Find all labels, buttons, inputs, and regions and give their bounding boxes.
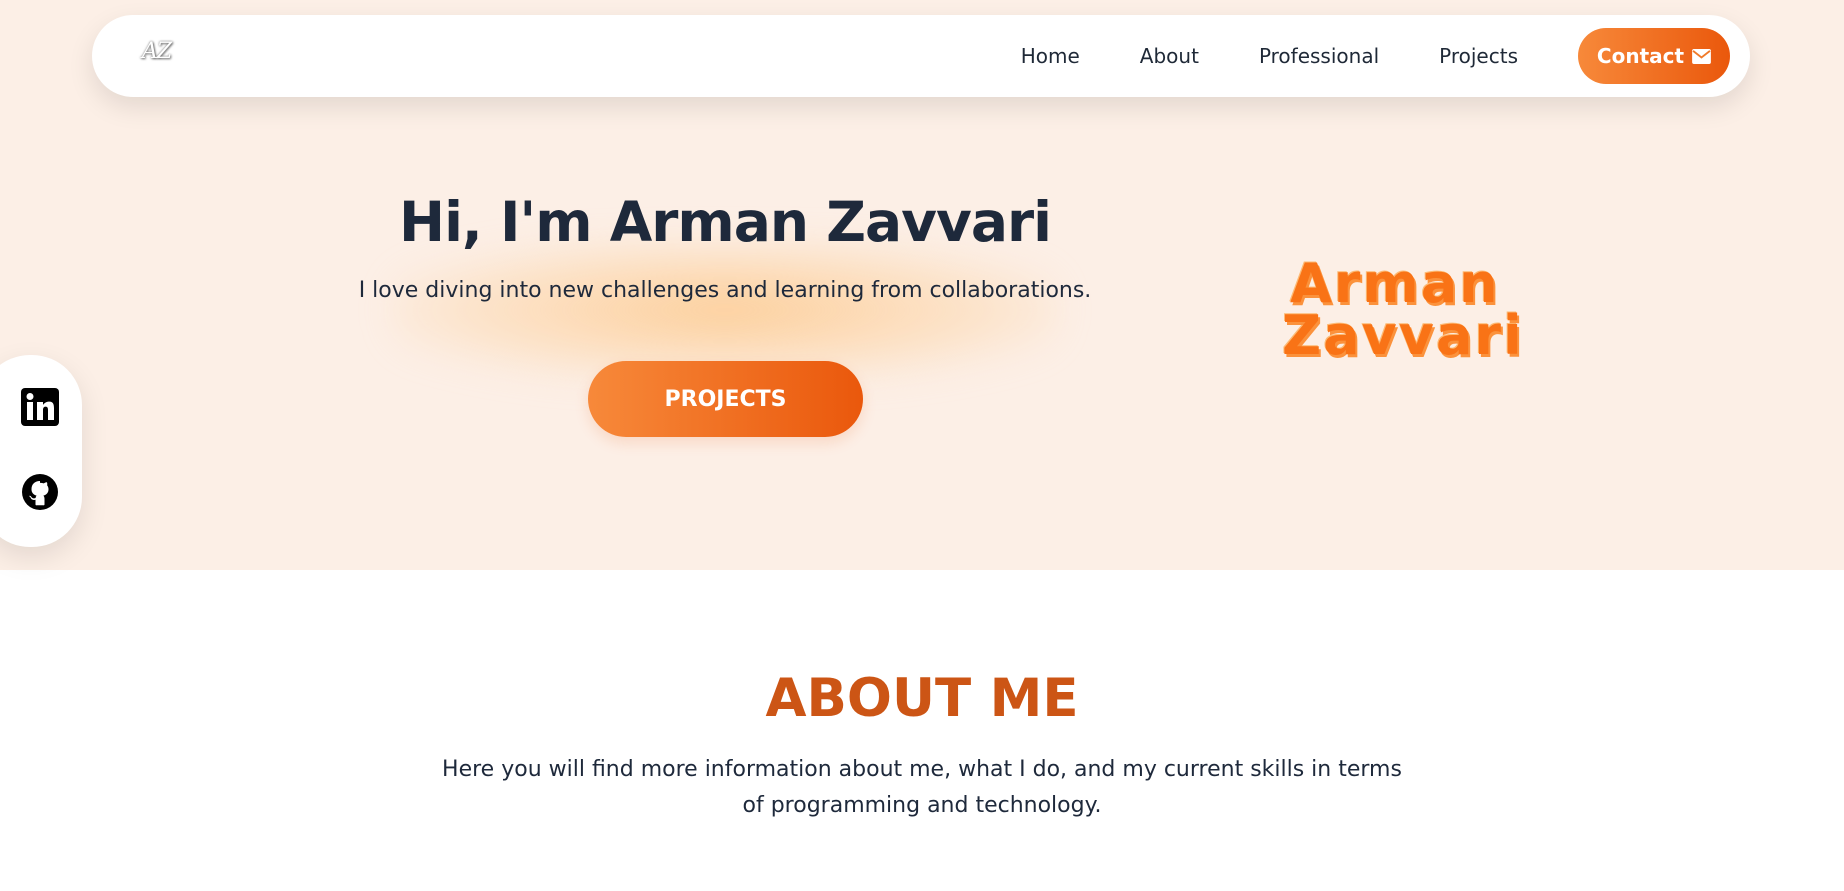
hero-glow (390, 240, 1060, 380)
github-icon[interactable] (21, 473, 59, 511)
signature-logo: Arman Zavvari (1282, 257, 1540, 363)
navbar: AZ Home About Professional Projects Cont… (92, 15, 1750, 97)
contact-button[interactable]: Contact (1578, 28, 1730, 84)
contact-button-label: Contact (1596, 44, 1685, 68)
nav-link-about[interactable]: About (1140, 44, 1199, 68)
nav-link-home[interactable]: Home (1021, 44, 1080, 68)
nav-link-projects[interactable]: Projects (1439, 44, 1518, 68)
hero-section: AZ Home About Professional Projects Cont… (0, 0, 1844, 570)
hero-title: Hi, I'm Arman Zavvari (399, 190, 1052, 254)
social-sidebar (0, 355, 82, 547)
nav-link-professional[interactable]: Professional (1259, 44, 1379, 68)
linkedin-icon[interactable] (21, 388, 59, 426)
nav-links: Home About Professional Projects Contact (1021, 28, 1730, 84)
mail-icon (1692, 48, 1711, 64)
logo[interactable]: AZ (142, 39, 172, 64)
signature-line-2: Zavvari (1282, 304, 1524, 367)
hero-subtitle: I love diving into new challenges and le… (358, 278, 1092, 303)
projects-button[interactable]: PROJECTS (588, 361, 863, 437)
about-title: ABOUT ME (765, 668, 1079, 729)
about-text: Here you will find more information abou… (442, 757, 1402, 818)
